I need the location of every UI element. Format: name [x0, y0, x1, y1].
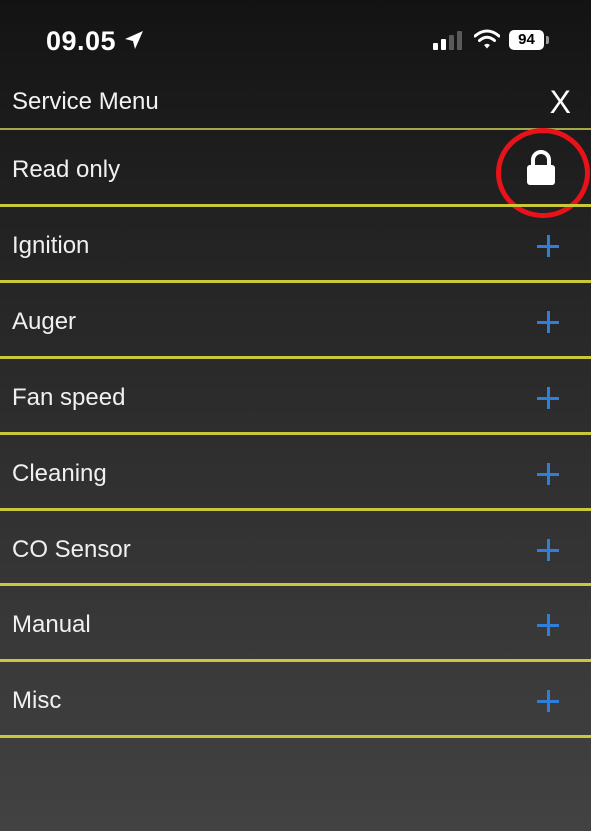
menu-item-misc[interactable]: Misc	[0, 663, 591, 739]
plus-icon[interactable]	[537, 235, 559, 257]
plus-icon[interactable]	[537, 311, 559, 333]
menu-item-label: Auger	[12, 308, 77, 335]
page-title: Service Menu	[12, 88, 159, 115]
plus-icon[interactable]	[537, 387, 559, 409]
divider	[0, 280, 591, 283]
divider	[0, 583, 591, 586]
menu-item-label: Fan speed	[12, 384, 126, 411]
menu-item-auger[interactable]: Auger	[0, 284, 591, 360]
battery-nub	[546, 36, 549, 44]
menu-item-co-sensor[interactable]: CO Sensor	[0, 512, 591, 588]
plus-icon[interactable]	[537, 539, 559, 561]
menu-item-fan-speed[interactable]: Fan speed	[0, 360, 591, 436]
wifi-icon	[474, 29, 500, 49]
menu-item-label: CO Sensor	[12, 536, 131, 563]
menu-item-label: Misc	[12, 687, 62, 714]
header: Service Menu X	[0, 80, 591, 128]
divider	[0, 508, 591, 511]
battery-level: 94	[518, 31, 535, 48]
divider	[0, 735, 591, 738]
menu-item-label: Ignition	[12, 232, 90, 259]
status-time: 09.05	[46, 26, 117, 56]
close-button[interactable]: X	[550, 82, 571, 122]
divider	[0, 432, 591, 435]
menu-item-cleaning[interactable]: Cleaning	[0, 436, 591, 512]
battery-icon: 94	[509, 30, 544, 50]
plus-icon[interactable]	[537, 690, 559, 712]
cellular-signal-icon	[433, 31, 462, 50]
menu-item-label: Manual	[12, 611, 91, 638]
menu-item-manual[interactable]: Manual	[0, 587, 591, 663]
lock-icon	[527, 150, 555, 185]
divider	[0, 356, 591, 359]
divider	[0, 659, 591, 662]
plus-icon[interactable]	[537, 463, 559, 485]
menu-item-ignition[interactable]: Ignition	[0, 208, 591, 284]
plus-icon[interactable]	[537, 614, 559, 636]
divider	[0, 204, 591, 207]
status-bar: 09.05 94	[0, 0, 591, 80]
menu-item-label: Cleaning	[12, 460, 107, 487]
read-only-label: Read only	[12, 156, 121, 183]
location-arrow-icon	[125, 31, 143, 49]
